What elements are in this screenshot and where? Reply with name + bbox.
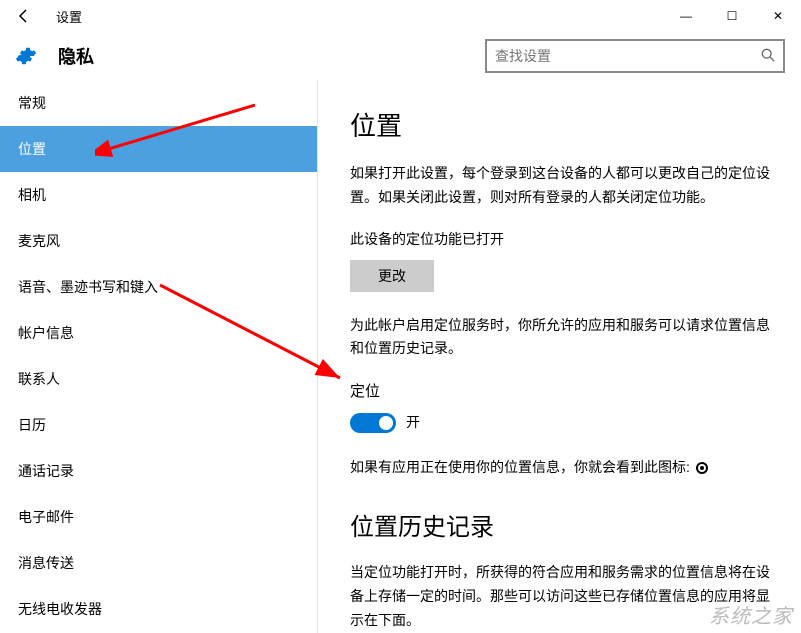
- gear-icon: [14, 44, 38, 68]
- sidebar-item-contacts[interactable]: 联系人: [0, 356, 317, 402]
- close-button[interactable]: ✕: [755, 0, 801, 32]
- sidebar-item-email[interactable]: 电子邮件: [0, 494, 317, 540]
- sidebar-item-calendar[interactable]: 日历: [0, 402, 317, 448]
- locate-label: 定位: [350, 379, 771, 405]
- search-icon: [761, 48, 775, 65]
- sidebar-item-account-info[interactable]: 帐户信息: [0, 310, 317, 356]
- location-description: 如果打开此设置，每个登录到这台设备的人都可以更改自己的定位设置。如果关闭此设置，…: [350, 162, 771, 210]
- maximize-button[interactable]: ☐: [709, 0, 755, 32]
- sidebar-item-camera[interactable]: 相机: [0, 172, 317, 218]
- header: 隐私: [0, 32, 801, 80]
- search-box[interactable]: [485, 39, 785, 73]
- sidebar-item-location[interactable]: 位置: [0, 126, 317, 172]
- title-bar: 设置 — ☐ ✕: [0, 0, 801, 32]
- icon-hint-text: 如果有应用正在使用你的位置信息，你就会看到此图标:: [350, 456, 690, 480]
- sidebar: 常规 位置 相机 麦克风 语音、墨迹书写和键入 帐户信息 联系人 日历 通话记录…: [0, 80, 318, 633]
- page-title: 隐私: [58, 43, 94, 69]
- sidebar-item-microphone[interactable]: 麦克风: [0, 218, 317, 264]
- watermark: 系统之家: [709, 600, 793, 629]
- back-button[interactable]: [0, 0, 48, 32]
- search-input[interactable]: [495, 48, 761, 64]
- device-location-status: 此设备的定位功能已打开: [350, 228, 771, 252]
- service-description: 为此帐户启用定位服务时，你所允许的应用和服务可以请求位置信息和位置历史记录。: [350, 314, 771, 362]
- change-button[interactable]: 更改: [350, 260, 434, 292]
- location-in-use-icon: [696, 462, 708, 474]
- section-heading-history: 位置历史记录: [350, 508, 771, 549]
- toggle-state-label: 开: [406, 411, 420, 435]
- sidebar-item-messaging[interactable]: 消息传送: [0, 540, 317, 586]
- sidebar-item-radios[interactable]: 无线电收发器: [0, 586, 317, 632]
- sidebar-item-general[interactable]: 常规: [0, 80, 317, 126]
- minimize-button[interactable]: —: [663, 0, 709, 32]
- sidebar-item-call-history[interactable]: 通话记录: [0, 448, 317, 494]
- sidebar-item-speech-ink-typing[interactable]: 语音、墨迹书写和键入: [0, 264, 317, 310]
- content-pane: 位置 如果打开此设置，每个登录到这台设备的人都可以更改自己的定位设置。如果关闭此…: [318, 80, 801, 633]
- location-toggle[interactable]: [350, 413, 396, 433]
- history-description: 当定位功能打开时，所获得的符合应用和服务需求的位置信息将在设备上存储一定的时间。…: [350, 561, 771, 632]
- section-heading-location: 位置: [350, 104, 771, 148]
- window-title: 设置: [48, 7, 82, 26]
